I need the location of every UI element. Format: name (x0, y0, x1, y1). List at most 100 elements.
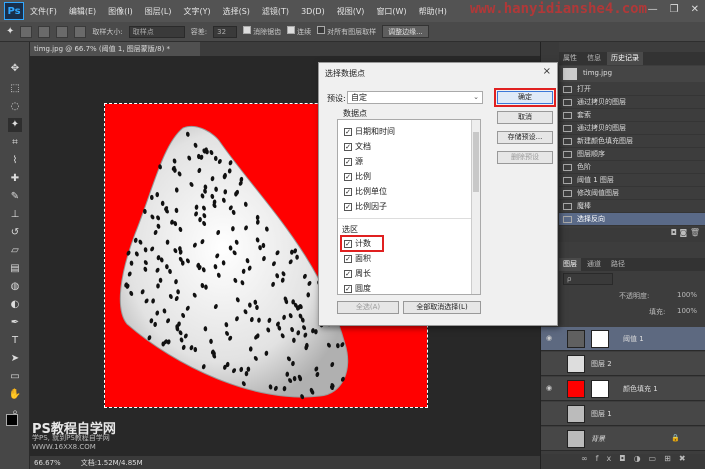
document-info[interactable]: 文档:1.52M/4.85M (81, 458, 143, 468)
refine-edge-button[interactable]: 调整边缘... (382, 25, 429, 38)
stamp-tool-icon[interactable]: ⊥ (8, 208, 22, 222)
fill-input[interactable]: 100% (677, 307, 697, 315)
zoom-level[interactable]: 66.67% (34, 459, 61, 467)
checkbox-checked-icon[interactable]: ✓ (344, 255, 352, 263)
datapoint-item[interactable]: ✓ 比例 (344, 171, 371, 183)
menu-filter[interactable]: 滤镜(T) (262, 6, 289, 17)
visibility-icon[interactable]: ◉ (546, 335, 554, 342)
all-layers-checkbox[interactable]: 对所有图层取样 (317, 26, 376, 37)
opacity-input[interactable]: 100% (677, 291, 697, 299)
checkbox-checked-icon[interactable]: ✓ (344, 270, 352, 278)
tab-info[interactable]: 信息 (583, 52, 605, 65)
history-item-selected[interactable]: 选择反向 (559, 213, 705, 226)
path-select-icon[interactable]: ➤ (8, 352, 22, 366)
magic-wand-tool-icon[interactable]: ✦ (6, 26, 14, 37)
antialias-checkbox[interactable]: 消除锯齿 (243, 26, 281, 37)
mask-icon[interactable]: ◘ (619, 454, 633, 463)
history-item[interactable]: 套索 (559, 109, 705, 122)
menu-help[interactable]: 帮助(H) (419, 6, 447, 17)
datapoint-item[interactable]: ✓ 比例因子 (344, 201, 387, 213)
scrollbar-thumb[interactable] (473, 132, 479, 192)
menu-edit[interactable]: 编辑(E) (69, 6, 96, 17)
history-item[interactable]: 色阶 (559, 161, 705, 174)
new-snapshot-icon[interactable]: ◘ (671, 228, 677, 237)
list-scrollbar[interactable] (471, 120, 480, 294)
adjustment-icon[interactable]: ◑ (634, 454, 649, 463)
menu-select[interactable]: 选择(S) (223, 6, 250, 17)
visibility-icon[interactable]: ◉ (546, 385, 554, 392)
gradient-tool-icon[interactable]: ▤ (8, 262, 22, 276)
checkbox-checked-icon[interactable]: ✓ (344, 143, 352, 151)
visibility-icon[interactable] (546, 410, 554, 416)
camera-icon[interactable]: ◙ (680, 228, 688, 237)
layer-row[interactable]: 图层 1 (541, 402, 705, 426)
checkbox-checked-icon[interactable]: ✓ (344, 158, 352, 166)
blur-tool-icon[interactable]: ◍ (8, 280, 22, 294)
contiguous-checkbox[interactable]: 连续 (287, 26, 311, 37)
hand-tool-icon[interactable]: ✋ (8, 388, 22, 402)
link-icon[interactable]: ∞ (581, 454, 596, 463)
add-selection-icon[interactable] (38, 25, 51, 38)
checkbox-checked-icon[interactable]: ✓ (344, 173, 352, 181)
checkbox-checked-icon[interactable]: ✓ (344, 285, 352, 293)
tab-channels[interactable]: 通道 (583, 258, 605, 271)
menu-file[interactable]: 文件(F) (30, 6, 57, 17)
datapoint-item[interactable]: ✓ 周长 (344, 268, 371, 280)
folder-icon[interactable]: ▭ (649, 454, 665, 463)
marquee-tool-icon[interactable]: ⬚ (8, 82, 22, 96)
move-tool-icon[interactable]: ✥ (8, 62, 22, 76)
delete-preset-button[interactable]: 删除预设 (497, 151, 553, 164)
checkbox-checked-icon[interactable]: ✓ (344, 188, 352, 196)
healing-tool-icon[interactable]: ✚ (8, 172, 22, 186)
history-snapshot[interactable]: timg.jpg (559, 66, 705, 82)
trash-icon[interactable]: 🗑 (690, 228, 700, 237)
shape-tool-icon[interactable]: ▭ (8, 370, 22, 384)
foreground-color-swatch[interactable] (6, 414, 18, 426)
tab-layers[interactable]: 图层 (559, 258, 581, 271)
history-item[interactable]: 通过拷贝的图层 (559, 96, 705, 109)
magic-wand-icon[interactable]: ✦ (8, 118, 22, 132)
restore-icon[interactable]: ❐ (670, 4, 679, 15)
layer-row[interactable]: 图层 2 (541, 352, 705, 376)
history-item[interactable]: 打开 (559, 83, 705, 96)
dodge-tool-icon[interactable]: ◐ (8, 298, 22, 312)
checkbox-checked-icon[interactable]: ✓ (344, 128, 352, 136)
intersect-selection-icon[interactable] (74, 25, 87, 38)
datapoint-item[interactable]: ✓ 文档 (344, 141, 371, 153)
checkbox-checked-icon[interactable]: ✓ (344, 203, 352, 211)
layer-row[interactable]: 背景 🔒 (541, 427, 705, 451)
pen-tool-icon[interactable]: ✒ (8, 316, 22, 330)
history-item[interactable]: 通过拷贝的图层 (559, 122, 705, 135)
datapoint-item[interactable]: ✓ 比例单位 (344, 186, 387, 198)
lasso-tool-icon[interactable]: ◌ (8, 100, 22, 114)
crop-tool-icon[interactable]: ⌗ (8, 136, 22, 150)
select-all-button[interactable]: 全选(A) (337, 301, 399, 314)
deselect-all-button[interactable]: 全部取消选择(L) (403, 301, 481, 314)
history-item[interactable]: 新建颜色填充图层 (559, 135, 705, 148)
tolerance-input[interactable]: 32 (213, 25, 238, 38)
layer-kind-filter[interactable]: ρ (563, 273, 613, 285)
datapoint-item[interactable]: ✓ 日期和时间 (344, 126, 395, 138)
datapoint-item[interactable]: ✓ 源 (344, 156, 363, 168)
visibility-icon[interactable] (546, 435, 554, 441)
menu-view[interactable]: 视图(V) (337, 6, 365, 17)
eyedropper-tool-icon[interactable]: ⌇ (8, 154, 22, 168)
datapoint-item[interactable]: ✓ 圆度 (344, 283, 371, 294)
history-item[interactable]: 阈值 1 图层 (559, 174, 705, 187)
brush-tool-icon[interactable]: ✎ (8, 190, 22, 204)
fx-icon[interactable]: fx (596, 454, 620, 463)
datapoints-list[interactable]: ✓ 日期和时间 ✓ 文档 ✓ 源 ✓ 比例 ✓ 比例单位 ✓ 比例因子 选区 ✓ 计数 ✓ 面积… (337, 119, 481, 295)
tab-properties[interactable]: 属性 (559, 52, 581, 65)
save-preset-button[interactable]: 存储预设... (497, 131, 553, 144)
menu-3d[interactable]: 3D(D) (301, 7, 325, 16)
visibility-icon[interactable] (546, 360, 554, 366)
layer-row-threshold[interactable]: ◉ 阈值 1 (541, 327, 705, 351)
preset-select[interactable]: 自定 ⌄ (347, 91, 483, 104)
new-selection-icon[interactable] (20, 25, 33, 38)
type-tool-icon[interactable]: T (8, 334, 22, 348)
datapoint-item[interactable]: ✓ 面积 (344, 253, 371, 265)
new-layer-icon[interactable]: ⊞ (664, 454, 679, 463)
history-item[interactable]: 修改阈值图层 (559, 187, 705, 200)
minimize-icon[interactable]: — (648, 4, 658, 15)
document-tab[interactable]: timg.jpg @ 66.7% (阈值 1, 图层蒙版/8) * (30, 42, 200, 56)
